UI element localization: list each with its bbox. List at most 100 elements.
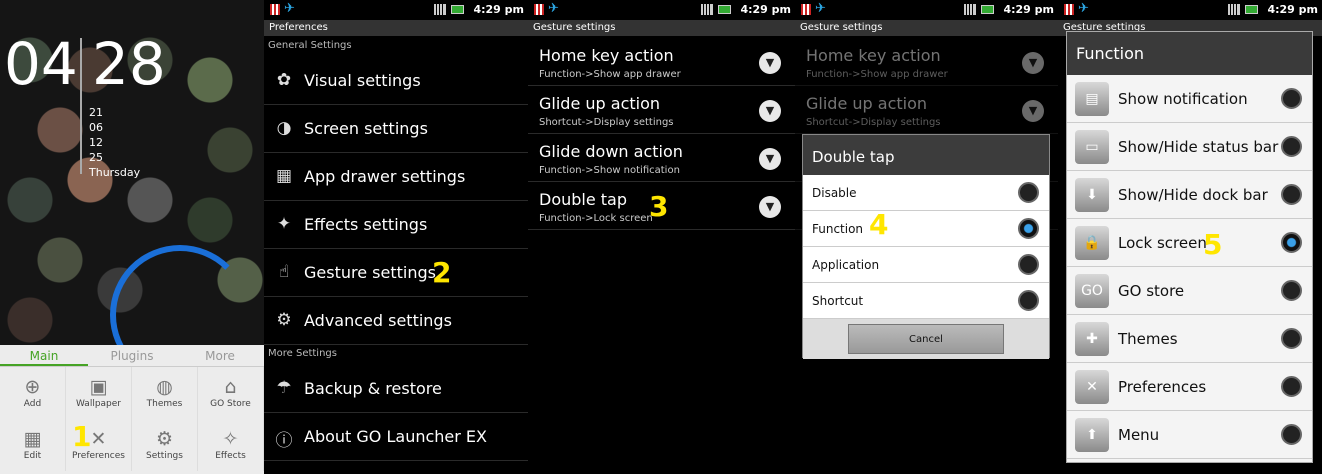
menu-item-label: GO Store — [210, 399, 251, 409]
option-label: Disable — [812, 186, 857, 200]
dropdown-arrow-icon[interactable]: ▼ — [759, 100, 781, 122]
pref-item-icon: ☝ — [278, 262, 290, 282]
function-option-label: Themes — [1118, 330, 1178, 348]
option-shortcut[interactable]: Shortcut — [803, 283, 1049, 319]
radio-button[interactable] — [1281, 232, 1302, 253]
radio-button[interactable] — [1281, 136, 1302, 157]
gesture-title: Glide down action — [539, 142, 683, 161]
menu-item-effects[interactable]: ✧ Effects — [198, 419, 264, 471]
radio-button[interactable] — [1281, 424, 1302, 445]
gesture-row-glide-down-action[interactable]: Glide down action Function->Show notifica… — [528, 134, 795, 182]
dropdown-arrow-icon[interactable]: ▼ — [759, 52, 781, 74]
go-store-icon: GO — [1075, 274, 1109, 308]
step-number: 3 — [649, 190, 669, 223]
launcher-menu: Main Plugins More ⊕ Add ▣ Wallpaper ◍ Themes ⌂… — [0, 345, 264, 474]
status-bar: ✈ 4:29 pm — [528, 0, 795, 20]
pref-item-backup-restore[interactable]: ☂ Backup & restore — [264, 365, 528, 413]
gesture-subtitle: Function->Show app drawer — [539, 69, 681, 80]
preferences-icon: ✕ — [1075, 370, 1109, 404]
menu-item-label: Edit — [23, 451, 42, 461]
function-option-go-store[interactable]: GO GO store — [1067, 267, 1312, 315]
function-option-label: Show/Hide dock bar — [1118, 186, 1268, 204]
dropdown-arrow-icon[interactable]: ▼ — [759, 148, 781, 170]
menu-item-wallpaper[interactable]: ▣ Wallpaper — [66, 367, 132, 419]
pref-item-effects-settings[interactable]: ✦ Effects settings — [264, 201, 528, 249]
function-option-label: Show/Hide status bar — [1118, 138, 1279, 156]
radio-button[interactable] — [1018, 290, 1039, 311]
battery-icon — [1245, 5, 1258, 14]
pref-item-icon: ▦ — [275, 166, 293, 186]
carrier-icon: ✈ — [1078, 1, 1089, 16]
dropdown-arrow-icon[interactable]: ▼ — [759, 196, 781, 218]
function-option-show-notification[interactable]: ▤ Show notification — [1067, 75, 1312, 123]
signal-icon — [1228, 4, 1240, 15]
pref-item-app-drawer-settings[interactable]: ▦ App drawer settings — [264, 153, 528, 201]
carrier-icon: ✈ — [815, 1, 826, 16]
pref-item-advanced-settings[interactable]: ⚙ Advanced settings — [264, 297, 528, 345]
cancel-button[interactable]: Cancel — [848, 324, 1004, 354]
step-number: 1 — [72, 420, 92, 453]
option-label: Application — [812, 258, 880, 272]
pref-item-icon: ⓘ — [275, 431, 293, 451]
menu-item-themes[interactable]: ◍ Themes — [132, 367, 198, 419]
date-line: 25 — [89, 151, 103, 164]
option-disable[interactable]: Disable — [803, 175, 1049, 211]
pref-item-screen-settings[interactable]: ◑ Screen settings — [264, 105, 528, 153]
radio-button[interactable] — [1281, 376, 1302, 397]
gesture-row-glide-up-action[interactable]: Glide up action Shortcut->Display setting… — [528, 86, 795, 134]
home-screen-panel: 04 28 21 06 12 25 Thursday Main Plugins … — [0, 0, 264, 474]
gesture-title: Glide up action — [539, 94, 661, 113]
battery-icon — [981, 5, 994, 14]
clock-hour: 04 — [4, 30, 78, 98]
pref-item-visual-settings[interactable]: ✿ Visual settings — [264, 57, 528, 105]
tab-more[interactable]: More — [176, 345, 264, 366]
double-tap-dialog-panel: ✈4:29 pm Gesture settings Home key actio… — [795, 0, 1058, 474]
tab-main[interactable]: Main — [0, 345, 88, 366]
menu-item-go-store[interactable]: ⌂ GO Store — [198, 367, 264, 419]
status-bar: ✈ 4:29 pm — [1058, 0, 1322, 20]
function-option-preferences[interactable]: ✕ Preferences — [1067, 363, 1312, 411]
radio-button[interactable] — [1281, 88, 1302, 109]
status-bar-icon: ▭ — [1075, 130, 1109, 164]
radio-button[interactable] — [1018, 254, 1039, 275]
tab-plugins[interactable]: Plugins — [88, 345, 176, 366]
gesture-title: Double tap — [539, 190, 628, 209]
function-option-show-hide-dock-bar[interactable]: ⬇ Show/Hide dock bar — [1067, 171, 1312, 219]
clock-minute: 28 — [92, 30, 166, 98]
menu-item-add[interactable]: ⊕ Add — [0, 367, 66, 419]
clock-date: 21 06 12 25 Thursday — [89, 105, 140, 180]
function-dialog-panel: ✈ 4:29 pm Gesture settings Function ▤ Show… — [1058, 0, 1322, 474]
status-bar: ✈ 4:29 pm — [264, 0, 528, 20]
option-label: Shortcut — [812, 294, 864, 308]
radio-button[interactable] — [1018, 218, 1039, 239]
radio-button[interactable] — [1281, 184, 1302, 205]
gesture-subtitle: Shortcut->Display settings — [539, 117, 674, 128]
function-option-menu[interactable]: ⬆ Menu — [1067, 411, 1312, 459]
gesture-row-home-key-action[interactable]: Home key action Function->Show app drawer… — [528, 38, 795, 86]
signal-icon — [701, 4, 713, 15]
radio-button[interactable] — [1281, 280, 1302, 301]
function-option-themes[interactable]: ✚ Themes — [1067, 315, 1312, 363]
option-application[interactable]: Application — [803, 247, 1049, 283]
option-function[interactable]: Function — [803, 211, 1049, 247]
section-general-settings: General Settings — [268, 40, 352, 51]
menu-item-settings[interactable]: ⚙ Settings — [132, 419, 198, 471]
pref-item-icon: ✦ — [276, 214, 292, 234]
notification-icon — [270, 4, 280, 15]
menu-item-label: Wallpaper — [75, 399, 122, 409]
radio-button[interactable] — [1018, 182, 1039, 203]
pref-item-gesture-settings[interactable]: ☝ Gesture settings — [264, 249, 528, 297]
pref-item-about-go-launcher-ex[interactable]: ⓘ About GO Launcher EX — [264, 413, 528, 461]
menu-item-edit[interactable]: ▦ Edit — [0, 419, 66, 471]
function-dialog: Function ▤ Show notification ▭ Show/Hide st… — [1066, 31, 1313, 463]
status-bar: ✈ 4:29 pm — [795, 0, 1058, 20]
function-option-show-hide-status-bar[interactable]: ▭ Show/Hide status bar — [1067, 123, 1312, 171]
pref-item-label: Visual settings — [304, 71, 421, 90]
menu-item-label: Settings — [146, 451, 183, 461]
status-time: 4:29 pm — [1003, 3, 1054, 16]
add-icon: ⊕ — [24, 376, 41, 398]
radio-button[interactable] — [1281, 328, 1302, 349]
function-option-lock-screen[interactable]: 🔒 Lock screen — [1067, 219, 1312, 267]
section-more-settings: More Settings — [268, 348, 337, 359]
page-title: Preferences — [264, 20, 528, 36]
